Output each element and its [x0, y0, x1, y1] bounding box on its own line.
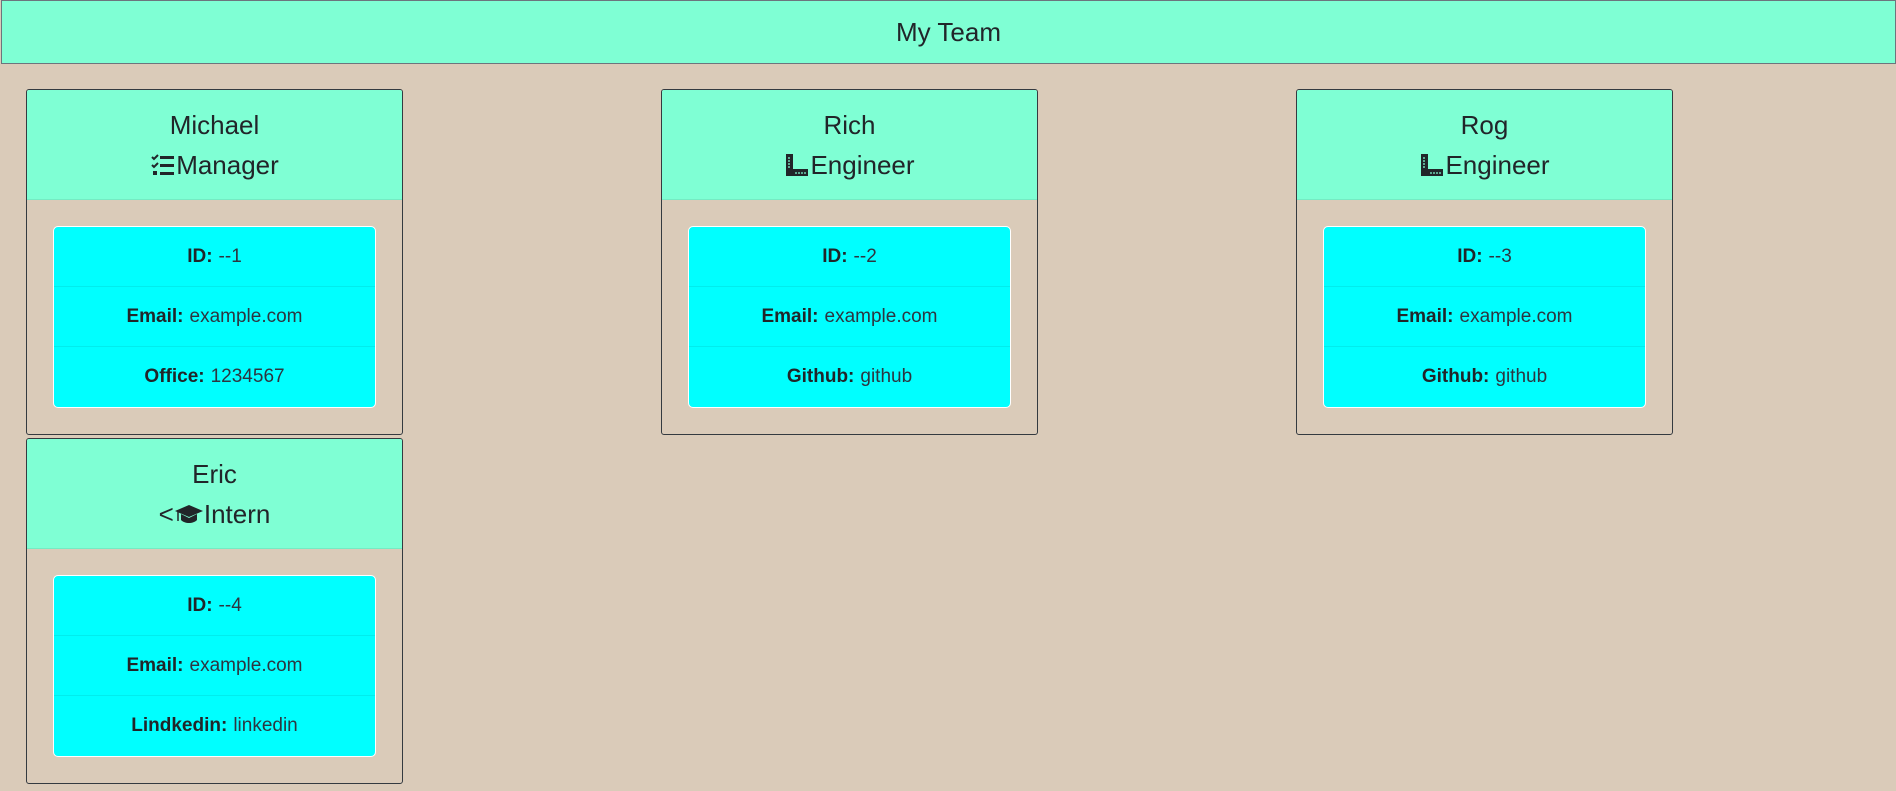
role-label: Engineer	[810, 149, 915, 180]
email-link[interactable]: example.com	[190, 655, 303, 677]
employee-role: Engineer	[784, 145, 915, 185]
tasks-icon	[151, 153, 175, 175]
card-header: Michael Manager	[27, 90, 402, 200]
field-label: ID:	[187, 245, 213, 267]
info-list: ID: --4 Email: example.com Lindkedin: li…	[53, 575, 376, 757]
employee-role: < Intern	[159, 494, 271, 534]
card-body: ID: --4 Email: example.com Lindkedin: li…	[27, 549, 402, 783]
employee-card-michael: Michael Manager ID: --1 Email: example.c…	[26, 89, 403, 435]
card-header: Rog Engineer	[1297, 90, 1672, 200]
field-value: --1	[218, 245, 242, 267]
role-label: Manager	[176, 149, 279, 180]
info-list: ID: --3 Email: example.com Github: githu…	[1323, 226, 1646, 408]
list-item-email: Email: example.com	[689, 287, 1010, 347]
info-list: ID: --2 Email: example.com Github: githu…	[688, 226, 1011, 408]
field-value: --3	[1488, 245, 1512, 267]
info-list: ID: --1 Email: example.com Office: 12345…	[53, 226, 376, 408]
field-label: Github:	[1421, 366, 1490, 387]
employee-card-rog: Rog Engineer ID: --3 Email: example.com …	[1296, 89, 1673, 435]
email-link[interactable]: example.com	[1460, 306, 1573, 328]
field-label: ID:	[822, 245, 848, 267]
list-item-linkedin: Lindkedin: linkedin	[54, 696, 375, 756]
github-link[interactable]: github	[860, 366, 912, 388]
graduation-cap-icon	[174, 504, 203, 523]
employee-card-eric: Eric < Intern ID: --4 Email: example.com…	[26, 438, 403, 784]
employee-name: Rich	[823, 109, 876, 140]
employee-role: Manager	[150, 145, 279, 185]
field-label: Email:	[126, 654, 184, 676]
employee-role: Engineer	[1419, 145, 1550, 185]
card-body: ID: --2 Email: example.com Github: githu…	[662, 200, 1037, 434]
employee-name: Eric	[192, 458, 237, 489]
list-item-office: Office: 1234567	[54, 347, 375, 407]
employee-card-rich: Rich Engineer ID: --2 Email: example.com…	[661, 89, 1038, 435]
field-label: Email:	[1396, 305, 1454, 327]
ruler-combined-icon	[1421, 153, 1444, 176]
page-header: My Team	[1, 0, 1896, 64]
card-body: ID: --3 Email: example.com Github: githu…	[1297, 200, 1672, 434]
field-label: ID:	[1457, 245, 1483, 267]
list-item-id: ID: --1	[54, 227, 375, 287]
github-link[interactable]: github	[1495, 366, 1547, 388]
role-prefix: <	[158, 498, 174, 529]
linkedin-link[interactable]: linkedin	[233, 715, 297, 737]
field-value: --4	[218, 594, 242, 616]
list-item-email: Email: example.com	[1324, 287, 1645, 347]
employee-name: Michael	[169, 109, 260, 140]
field-value: --2	[853, 245, 877, 267]
field-label: Lindkedin:	[131, 715, 228, 736]
field-label: Github:	[786, 366, 855, 387]
card-body: ID: --1 Email: example.com Office: 12345…	[27, 200, 402, 434]
list-item-email: Email: example.com	[54, 287, 375, 347]
field-label: ID:	[187, 594, 213, 616]
email-link[interactable]: example.com	[190, 306, 303, 328]
list-item-github: Github: github	[1324, 347, 1645, 407]
card-header: Eric < Intern	[27, 439, 402, 549]
list-item-id: ID: --3	[1324, 227, 1645, 287]
email-link[interactable]: example.com	[825, 306, 938, 328]
list-item-email: Email: example.com	[54, 636, 375, 696]
page-title: My Team	[896, 16, 1001, 47]
field-label: Email:	[126, 305, 184, 327]
field-label: Email:	[761, 305, 819, 327]
employee-name: Rog	[1460, 109, 1509, 140]
card-header: Rich Engineer	[662, 90, 1037, 200]
role-label: Intern	[203, 498, 271, 529]
field-label: Office:	[144, 366, 205, 387]
role-label: Engineer	[1445, 149, 1550, 180]
list-item-id: ID: --2	[689, 227, 1010, 287]
field-value: 1234567	[210, 366, 285, 387]
list-item-id: ID: --4	[54, 576, 375, 636]
list-item-github: Github: github	[689, 347, 1010, 407]
ruler-combined-icon	[786, 153, 809, 176]
